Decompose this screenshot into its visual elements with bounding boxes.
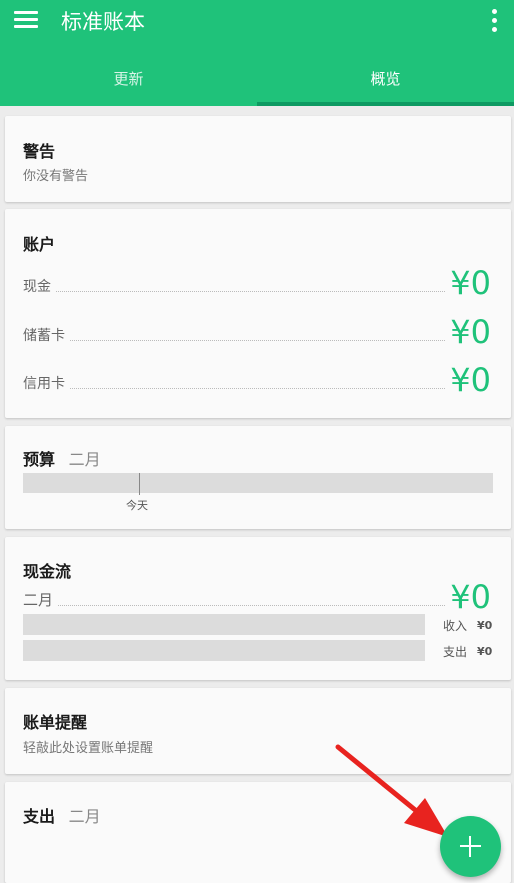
- annotation-arrow-icon: [335, 744, 448, 837]
- add-icon[interactable]: [440, 816, 501, 877]
